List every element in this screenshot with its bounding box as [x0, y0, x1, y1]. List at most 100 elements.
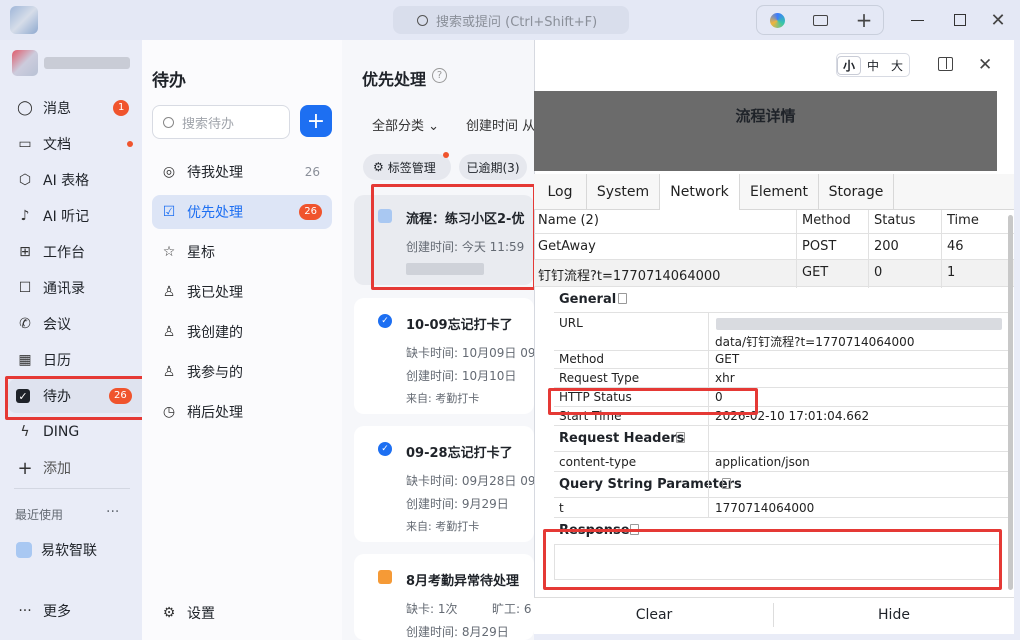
- nav-item-docs[interactable]: ▭ 文档: [8, 127, 148, 161]
- filter-category[interactable]: 全部分类 ⌄: [372, 115, 439, 134]
- document-icon: ▭: [18, 136, 32, 152]
- scrollbar[interactable]: [1008, 215, 1013, 590]
- todo-item-priority[interactable]: ☑ 优先处理 26: [152, 195, 332, 229]
- size-large[interactable]: 大: [885, 57, 909, 74]
- todo-settings[interactable]: ⚙ 设置: [152, 596, 332, 630]
- app-icon: [16, 542, 32, 558]
- lightning-icon: ϟ: [20, 424, 30, 440]
- size-switch[interactable]: 小 中 大: [836, 53, 910, 77]
- tag-manage-button[interactable]: ⚙ 标签管理: [363, 154, 451, 180]
- messages-badge: 1: [113, 100, 130, 116]
- nav-item-ai-table[interactable]: ⬡ AI 表格: [8, 163, 148, 197]
- user-badge-icon: [378, 570, 392, 584]
- search-placeholder: 搜索或提问 (Ctrl+Shift+F): [436, 14, 598, 30]
- recent-item[interactable]: 易软智联: [8, 533, 148, 567]
- nav-item-ai-notes[interactable]: ♪ AI 听记: [8, 199, 148, 233]
- add-todo-button[interactable]: +: [300, 105, 332, 137]
- tab-system[interactable]: System: [587, 174, 660, 210]
- highlight-box: [371, 184, 536, 290]
- todo-item-joined[interactable]: ♙ 我参与的: [152, 355, 332, 389]
- size-small[interactable]: 小: [837, 55, 861, 75]
- size-medium[interactable]: 中: [861, 57, 885, 74]
- add-icon[interactable]: +: [850, 8, 878, 32]
- user-name-blurred: [44, 57, 130, 69]
- todo-item-star[interactable]: ☆ 星标: [152, 235, 332, 269]
- general-section: General: [554, 288, 1008, 313]
- page-title: 流程详情: [735, 107, 796, 125]
- tab-log[interactable]: Log: [534, 174, 587, 210]
- maximize-icon[interactable]: [946, 8, 974, 32]
- task-card-3[interactable]: ✓ 09-28忘记打卡了 缺卡时间: 09月28日 09 创建时间: 9月29日…: [354, 426, 535, 542]
- nav-item-calendar[interactable]: ▦ 日历: [8, 343, 148, 377]
- query-section: Query String Parameters: [554, 472, 1008, 498]
- chat-icon: ◯: [17, 100, 33, 116]
- nav-item-meeting[interactable]: ✆ 会议: [8, 307, 148, 341]
- nav-item-workbench[interactable]: ⊞ 工作台: [8, 235, 148, 269]
- todo-item-later[interactable]: ◷ 稍后处理: [152, 395, 332, 429]
- priority-title: 优先处理: [362, 70, 427, 89]
- copy-icon[interactable]: [618, 293, 627, 304]
- copy-icon[interactable]: [722, 478, 731, 489]
- cube-icon: ⬡: [18, 172, 32, 188]
- grid-icon: ⊞: [19, 244, 31, 260]
- todo-item-done[interactable]: ♙ 我已处理: [152, 275, 332, 309]
- split-view-icon[interactable]: [938, 57, 953, 71]
- network-row[interactable]: 钉钉流程?t=1770714064000 GET 0 1: [534, 260, 1014, 287]
- copy-icon[interactable]: [676, 432, 685, 443]
- tag-dot: [443, 152, 449, 158]
- todo-item-mine[interactable]: ◎ 待我处理 26: [152, 155, 332, 189]
- gear-icon: ⚙: [373, 160, 384, 174]
- close-panel-icon[interactable]: ✕: [978, 55, 992, 75]
- column-divider: [868, 210, 869, 288]
- phone-icon: ✆: [19, 316, 31, 332]
- microphone-icon: ♪: [20, 208, 30, 224]
- general-row: URL data/钉钉流程?t=1770714064000: [554, 313, 1008, 351]
- help-icon[interactable]: ?: [432, 68, 447, 83]
- plus-icon: +: [17, 457, 33, 479]
- ai-assistant-icon[interactable]: [763, 8, 791, 32]
- request-headers-section: Request Headers: [554, 426, 1008, 452]
- check-circle-icon: ◎: [162, 164, 176, 180]
- header-row: content-type application/json: [554, 452, 1008, 472]
- column-divider: [796, 210, 797, 288]
- user-profile[interactable]: [12, 50, 132, 76]
- blurred-url: [716, 318, 1002, 330]
- tab-network[interactable]: Network: [660, 174, 740, 210]
- clear-button[interactable]: Clear: [534, 598, 774, 632]
- global-search-box[interactable]: 搜索或提问 (Ctrl+Shift+F): [393, 6, 629, 34]
- contacts-icon: ☐: [18, 280, 32, 296]
- recent-more-icon[interactable]: ···: [106, 504, 119, 520]
- calendar-icon: ▦: [18, 352, 32, 368]
- minimize-icon[interactable]: [903, 8, 931, 32]
- task-card-2[interactable]: ✓ 10-09忘记打卡了 缺卡时间: 10月09日 09 创建时间: 10月10…: [354, 298, 535, 414]
- ellipsis-icon: ···: [18, 603, 32, 619]
- star-icon: ☆: [162, 244, 176, 260]
- user-group-icon: ♙: [162, 364, 176, 380]
- hide-button[interactable]: Hide: [774, 598, 1014, 632]
- app-logo: [10, 6, 38, 34]
- network-table: Name (2) Method Status Time GetAway POST…: [534, 210, 1014, 288]
- screen-icon[interactable]: [806, 8, 834, 32]
- column-divider: [708, 313, 709, 518]
- nav-item-add[interactable]: + 添加: [8, 451, 148, 485]
- search-icon: [163, 116, 174, 128]
- tab-element[interactable]: Element: [740, 174, 819, 210]
- nav-item-contacts[interactable]: ☐ 通讯录: [8, 271, 148, 305]
- general-row: Request Type xhr: [554, 369, 1008, 388]
- task-card-4[interactable]: 8月考勤异常待处理 缺卡: 1次 旷工: 6 创建时间: 8月29日: [354, 554, 534, 640]
- todo-search-input[interactable]: 搜索待办: [152, 105, 290, 139]
- nav-item-messages[interactable]: ◯ 消息 1: [8, 91, 148, 125]
- overdue-filter[interactable]: 已逾期(3): [459, 154, 527, 180]
- filter-created-time[interactable]: 创建时间 从: [466, 115, 534, 134]
- close-icon[interactable]: ✕: [984, 8, 1012, 32]
- network-row[interactable]: GetAway POST 200 46: [534, 234, 1014, 260]
- nav-more[interactable]: ··· 更多: [8, 594, 148, 628]
- highlight-box: [5, 376, 158, 420]
- todo-item-created[interactable]: ♙ 我创建的: [152, 315, 332, 349]
- page-header: 流程详情: [534, 91, 997, 171]
- tab-storage[interactable]: Storage: [819, 174, 894, 210]
- nav-item-ding[interactable]: ϟ DING: [8, 415, 148, 449]
- verified-icon: ✓: [378, 442, 392, 456]
- check-square-icon: ☑: [162, 204, 176, 220]
- general-row: Method GET: [554, 351, 1008, 369]
